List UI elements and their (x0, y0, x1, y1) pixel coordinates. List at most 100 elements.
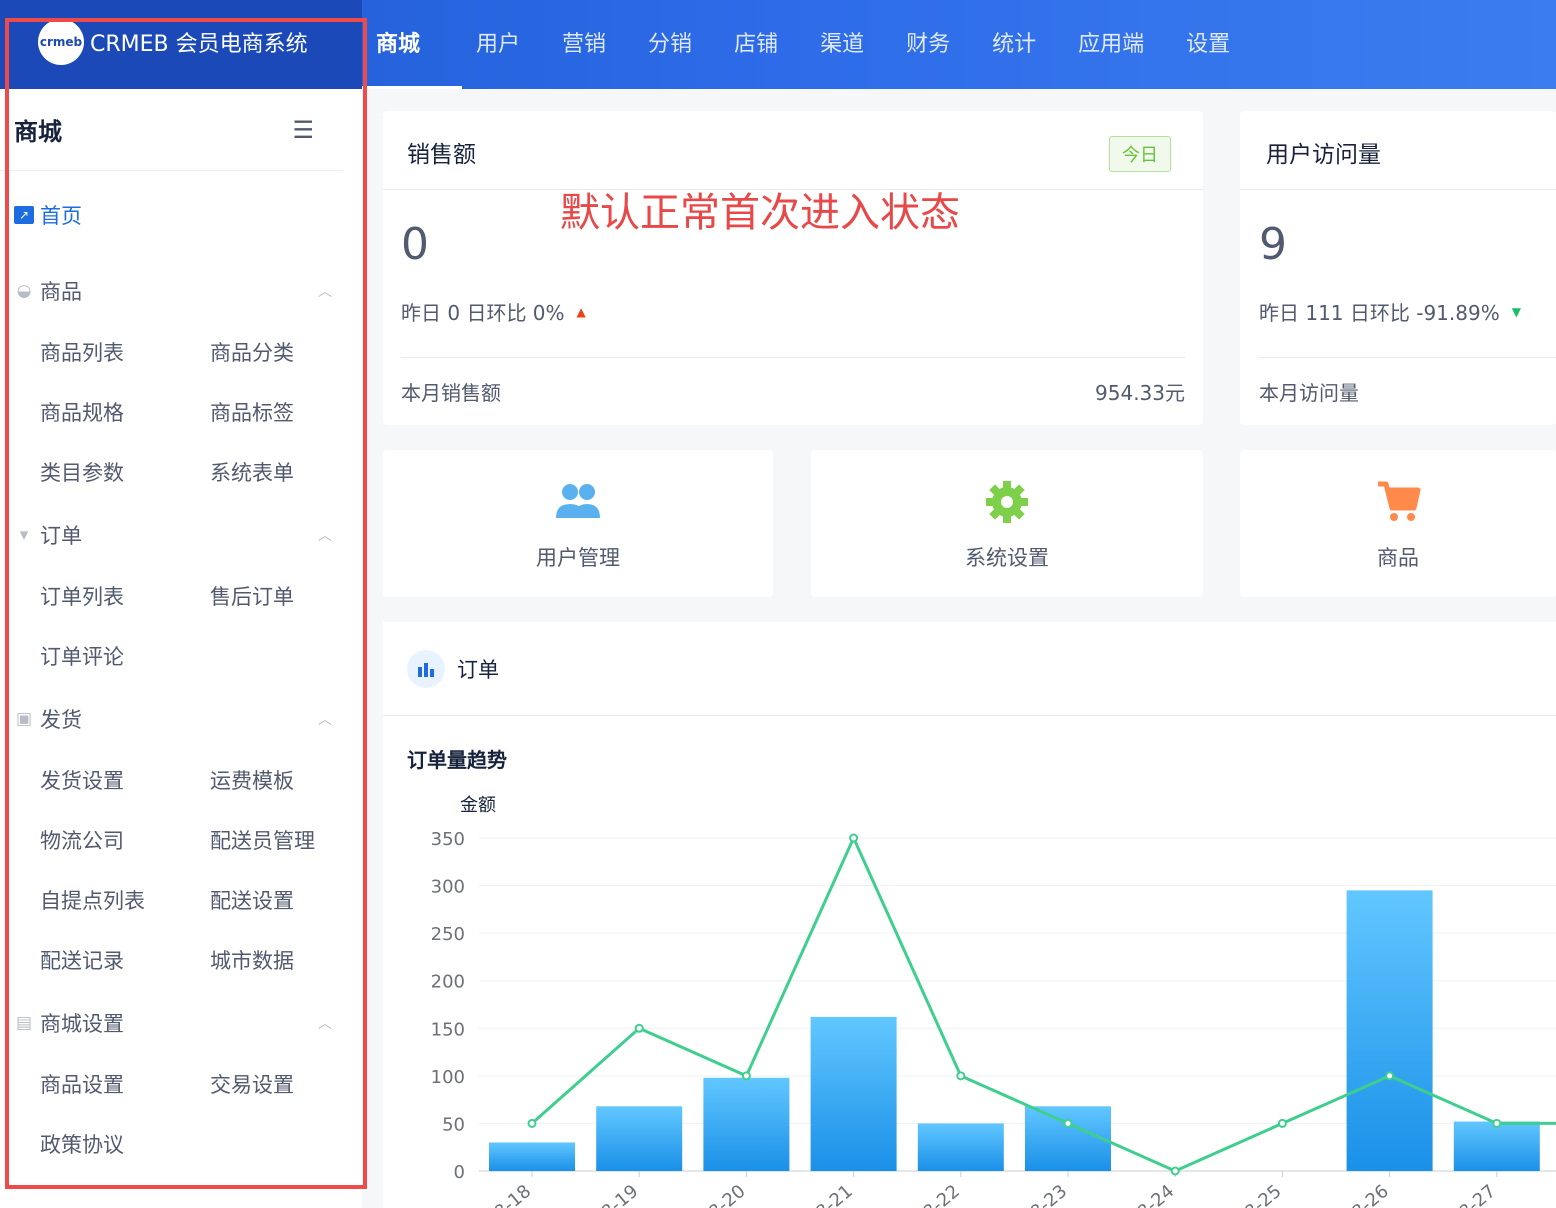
y-tick-label: 300 (431, 877, 465, 898)
chevron-up-icon[interactable]: ︿ (318, 1013, 332, 1033)
sidebar-submenu: 订单列表 售后订单 订单评论 (0, 567, 362, 687)
nav-item[interactable]: 分销 (634, 0, 720, 89)
nav-item[interactable]: 应用端 (1064, 0, 1172, 89)
sidebar-subitem[interactable]: 自提点列表 (40, 871, 210, 931)
quick-link-label: 系统设置 (965, 546, 1049, 570)
x-tick-label: 08-25 (1232, 1181, 1286, 1208)
sidebar-subitem[interactable]: 商品分类 (210, 323, 362, 383)
order-card: 订单 订单量趋势 金额 0 50 100 150 200 250 300 350 08-18 08-… (383, 622, 1556, 1208)
sidebar-group-header[interactable]: ▣ 发货 ︿ (0, 687, 362, 751)
nav-item[interactable]: 营销 (548, 0, 634, 89)
sidebar-group-label-wrap: ◒ 商品 (14, 276, 82, 306)
sidebar-subitem[interactable]: 物流公司 (40, 811, 210, 871)
nav-item[interactable]: 财务 (892, 0, 978, 89)
sidebar-group-label: 发货 (40, 708, 82, 732)
sidebar-submenu: 商品设置 交易设置 政策协议 (0, 1055, 362, 1175)
sidebar-subitem[interactable]: 交易设置 (210, 1055, 362, 1115)
quick-link-label: 商品 (1377, 546, 1419, 570)
sidebar-group-header[interactable]: ▾ 订单 ︿ (0, 503, 362, 567)
sidebar-subitem[interactable]: 系统表单 (210, 443, 362, 503)
y-tick-label: 100 (431, 1067, 465, 1088)
sidebar-group-label-wrap: ▾ 订单 (14, 520, 82, 550)
nav-item[interactable]: 用户 (462, 0, 548, 89)
sidebar-group-header[interactable]: ◒ 商品 ︿ (0, 259, 362, 323)
bar (1025, 1106, 1111, 1171)
line-point (527, 1118, 537, 1128)
sidebar-subitem[interactable]: 商品设置 (40, 1055, 210, 1115)
nav-item[interactable]: 商城 (362, 0, 463, 89)
sidebar-group-label: 订单 (40, 524, 82, 548)
bar (917, 1123, 1004, 1171)
sidebar-submenu: 发货设置 运费模板 物流公司 配送员管理 自提点列表 配送设置 配送记录 城市数据 (0, 751, 362, 991)
sidebar-subitem[interactable]: 商品规格 (40, 383, 210, 443)
y-axis-label: 金额 (460, 795, 496, 816)
sales-value: 0 (401, 219, 429, 270)
sales-compare-text: 昨日 0 日环比 0% (401, 301, 565, 325)
sidebar-subitem[interactable]: 配送设置 (210, 871, 362, 931)
bar (1453, 1121, 1540, 1171)
chevron-up-icon[interactable]: ︿ (318, 709, 332, 729)
y-tick-label: 200 (431, 972, 465, 993)
today-tag[interactable]: 今日 (1109, 136, 1171, 172)
nav-item[interactable]: 统计 (978, 0, 1064, 89)
sidebar-title: 商城 (14, 118, 62, 146)
bar (596, 1106, 683, 1171)
sidebar-subitem[interactable]: 商品标签 (210, 383, 362, 443)
menu-fold-icon[interactable]: ☰ (292, 116, 314, 144)
x-tick-label: 08-26 (1339, 1181, 1393, 1208)
y-tick-label: 50 (442, 1114, 465, 1135)
sidebar-subitem[interactable]: 售后订单 (210, 567, 362, 627)
sales-compare: 昨日 0 日环比 0% ▲ (401, 297, 586, 326)
sidebar-subitem[interactable]: 运费模板 (210, 751, 362, 811)
nav-item[interactable]: 店铺 (720, 0, 806, 89)
x-tick-label: 08-27 (1446, 1181, 1500, 1208)
sidebar-group-label: 商城设置 (40, 1012, 124, 1036)
sales-footer-value: 954.33元 (1095, 381, 1185, 405)
sidebar-item-label: 首页 (40, 204, 82, 228)
chevron-up-icon[interactable]: ︿ (318, 525, 332, 545)
sidebar-submenu: 商品列表 商品分类 商品规格 商品标签 类目参数 系统表单 (0, 323, 362, 503)
quick-link-settings[interactable]: 系统设置 (811, 450, 1203, 597)
sidebar-subitem[interactable]: 订单列表 (40, 567, 210, 627)
nav-item[interactable]: 渠道 (806, 0, 892, 89)
sidebar-subitem[interactable]: 配送记录 (40, 931, 210, 991)
x-tick-label: 08-24 (1125, 1181, 1179, 1208)
sidebar-group-label: 商品 (40, 280, 82, 304)
y-tick-label: 350 (431, 829, 465, 850)
chevron-up-icon[interactable]: ︿ (318, 281, 332, 301)
sidebar-subitem[interactable]: 商品列表 (40, 323, 210, 383)
sidebar-subitem[interactable]: 配送员管理 (210, 811, 362, 871)
top-nav: 商城 用户 营销 分销 店铺 渠道 财务 统计 应用端 设置 (362, 0, 1258, 89)
sidebar-subitem[interactable]: 订单评论 (40, 627, 210, 687)
line-point (1063, 1118, 1073, 1128)
line-point (1170, 1166, 1180, 1176)
trend-up-icon: ▲ (576, 304, 586, 319)
sales-card: 销售额 今日 0 昨日 0 日环比 0% ▲ 本月销售额 954.33元 (383, 111, 1203, 425)
x-tick-label: 08-20 (696, 1181, 750, 1208)
visit-card: 用户访问量 9 昨日 111 日环比 -91.89% ▼ 本月访问量 (1240, 111, 1556, 425)
sidebar-subitem[interactable]: 类目参数 (40, 443, 210, 503)
cart-icon (1378, 481, 1421, 521)
sidebar-subitem[interactable]: 政策协议 (40, 1115, 210, 1175)
quick-link-products[interactable]: 商品 (1240, 450, 1556, 597)
top-bar: crmeb CRMEB 会员电商系统 商城 用户 营销 分销 店铺 渠道 财务 统计 应用端 设置 (0, 0, 1556, 89)
x-tick-label: 08-18 (482, 1181, 536, 1208)
line-point (849, 833, 859, 843)
nav-item[interactable]: 设置 (1172, 0, 1258, 89)
x-tick-label: 08-22 (910, 1181, 964, 1208)
visit-compare-text: 昨日 111 日环比 -91.89% (1259, 301, 1500, 325)
visit-footer-label: 本月访问量 (1259, 381, 1359, 405)
y-tick-label: 250 (431, 924, 465, 945)
quick-link-users[interactable]: 用户管理 (383, 450, 773, 597)
sidebar-subitem[interactable]: 发货设置 (40, 751, 210, 811)
users-icon (556, 484, 600, 518)
sidebar-group-header[interactable]: ▤ 商城设置 ︿ (0, 991, 362, 1055)
x-tick-label: 08-23 (1018, 1181, 1072, 1208)
sidebar-subitem[interactable]: 城市数据 (210, 931, 362, 991)
sidebar-item-home[interactable]: ↗ 首页 (0, 171, 362, 259)
bar (489, 1142, 575, 1171)
bar (1346, 890, 1433, 1171)
line-point (956, 1071, 966, 1081)
quick-link-label: 用户管理 (536, 546, 620, 570)
visit-card-title: 用户访问量 (1266, 142, 1381, 168)
